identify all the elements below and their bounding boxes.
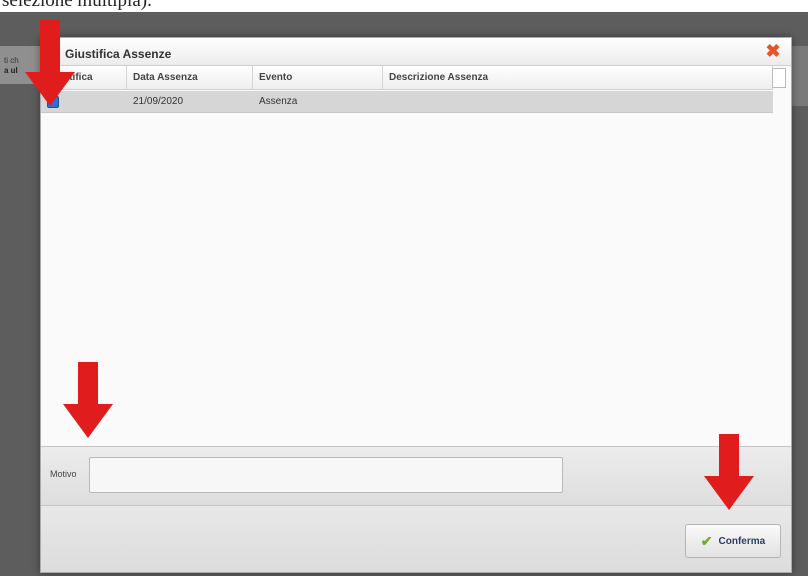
column-header-data-assenza[interactable]: Data Assenza <box>127 66 253 90</box>
grid-scrollbar[interactable] <box>772 68 786 88</box>
table-row[interactable]: ✓ 21/09/2020 Assenza <box>41 91 773 113</box>
motivo-field[interactable] <box>89 457 563 493</box>
document-caption: selezione multipla). <box>0 0 808 12</box>
arrow-down-icon <box>704 434 754 510</box>
giustifica-assenze-dialog: Giustifica Assenze ✖ Giustifica Data Ass… <box>40 37 792 573</box>
absence-event: Assenza <box>259 96 298 107</box>
absence-date: 21/09/2020 <box>133 96 184 107</box>
arrow-down-icon <box>63 362 113 438</box>
dialog-titlebar: Giustifica Assenze ✖ <box>41 38 791 66</box>
column-header-descrizione[interactable]: Descrizione Assenza <box>383 66 773 90</box>
arrow-down-icon <box>25 20 75 106</box>
dialog-title: Giustifica Assenze <box>65 47 172 61</box>
column-header-evento[interactable]: Evento <box>253 66 383 90</box>
conferma-button[interactable]: ✔ Conferma <box>685 524 781 558</box>
grid-header: Giustifica Data Assenza Evento Descrizio… <box>41 66 773 90</box>
conferma-label: Conferma <box>718 535 766 547</box>
motivo-panel: Motivo <box>41 446 791 506</box>
dialog-footer: ✔ Conferma <box>41 506 791 572</box>
close-icon[interactable]: ✖ <box>764 42 782 60</box>
check-icon: ✔ <box>700 532 713 549</box>
backdrop-text: a ul <box>4 66 18 75</box>
motivo-label: Motivo <box>50 469 77 479</box>
absences-grid: Giustifica Data Assenza Evento Descrizio… <box>41 66 791 446</box>
backdrop-text: ti ch <box>4 56 19 65</box>
